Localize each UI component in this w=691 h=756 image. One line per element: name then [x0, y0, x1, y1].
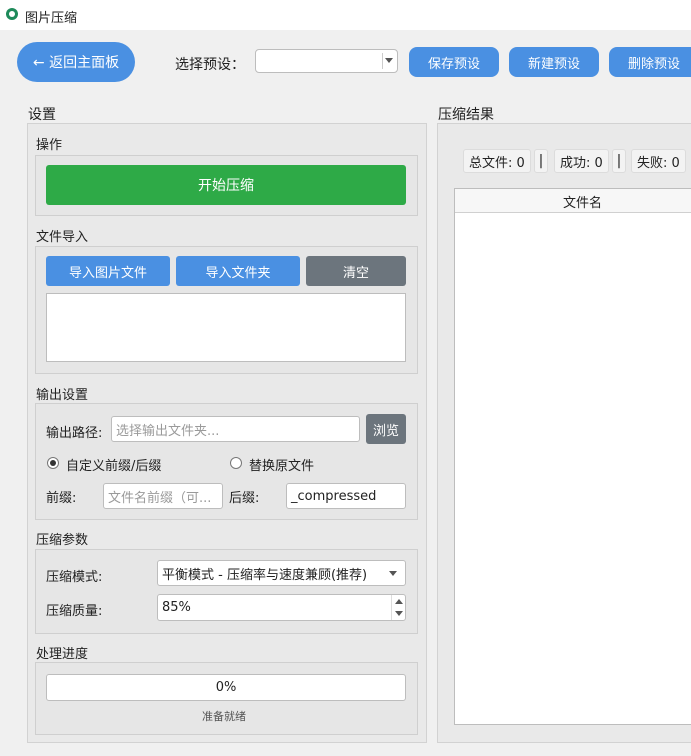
spin-down-icon[interactable]	[395, 611, 403, 616]
total-files-stat: 总文件: 0	[463, 149, 531, 173]
table-header: 文件名	[455, 189, 691, 213]
clear-button[interactable]: 清空	[306, 256, 406, 286]
compress-mode-select[interactable]: 平衡模式 - 压缩率与速度兼顾(推荐)	[157, 560, 406, 586]
window-title: 图片压缩	[25, 11, 78, 26]
spin-up-icon[interactable]	[395, 599, 403, 604]
progress-bar: 0%	[46, 674, 406, 701]
compress-mode-label: 压缩模式:	[46, 570, 103, 585]
prefix-input[interactable]: 文件名前缀（可...	[103, 483, 223, 509]
output-path-label: 输出路径:	[46, 426, 103, 441]
column-header-filename[interactable]: 文件名	[455, 189, 691, 213]
radio-replace-label: 替换原文件	[249, 459, 315, 474]
radio-custom-label: 自定义前缀/后缀	[66, 459, 162, 474]
results-table[interactable]: 文件名	[454, 188, 691, 725]
radio-custom-prefix-suffix[interactable]	[47, 457, 59, 469]
status-text: 准备就绪	[202, 710, 246, 723]
stat-separator: |	[612, 149, 626, 173]
failed-stat: 失败: 0	[631, 149, 686, 173]
delete-preset-button[interactable]: 删除预设	[609, 47, 691, 77]
results-title: 压缩结果	[438, 107, 494, 123]
compress-quality-spinbox[interactable]: 85%	[157, 594, 406, 621]
start-compress-button[interactable]: 开始压缩	[46, 165, 406, 205]
file-list[interactable]	[46, 293, 406, 362]
back-to-main-button[interactable]: ← 返回主面板	[17, 42, 135, 82]
import-images-button[interactable]: 导入图片文件	[46, 256, 170, 286]
progress-text: 0%	[215, 680, 237, 695]
preset-label: 选择预设：	[175, 57, 245, 73]
chevron-down-icon	[389, 571, 397, 576]
operation-title: 操作	[36, 138, 63, 153]
browse-button[interactable]: 浏览	[366, 414, 406, 444]
app-icon	[6, 8, 18, 20]
chevron-down-icon	[385, 58, 393, 63]
output-path-input[interactable]: 选择输出文件夹...	[111, 416, 360, 442]
compress-quality-value: 85%	[162, 600, 191, 615]
save-preset-button[interactable]: 保存预设	[409, 47, 499, 77]
radio-replace-original[interactable]	[230, 457, 242, 469]
settings-title: 设置	[28, 107, 56, 123]
compress-quality-label: 压缩质量:	[46, 604, 103, 619]
import-folder-button[interactable]: 导入文件夹	[176, 256, 300, 286]
title-bar: 图片压缩	[0, 0, 691, 30]
suffix-input[interactable]: _compressed	[286, 483, 406, 509]
success-stat: 成功: 0	[554, 149, 609, 173]
preset-select[interactable]	[255, 49, 398, 73]
stat-separator: |	[534, 149, 548, 173]
compress-mode-value: 平衡模式 - 压缩率与速度兼顾(推荐)	[162, 567, 368, 583]
compress-params-title: 压缩参数	[36, 533, 89, 548]
output-settings-title: 输出设置	[36, 388, 89, 403]
progress-title: 处理进度	[36, 647, 89, 662]
prefix-label: 前缀:	[46, 491, 77, 506]
spin-buttons[interactable]	[391, 595, 405, 620]
new-preset-button[interactable]: 新建预设	[509, 47, 599, 77]
file-import-title: 文件导入	[36, 230, 89, 245]
suffix-label: 后缀:	[229, 491, 260, 506]
